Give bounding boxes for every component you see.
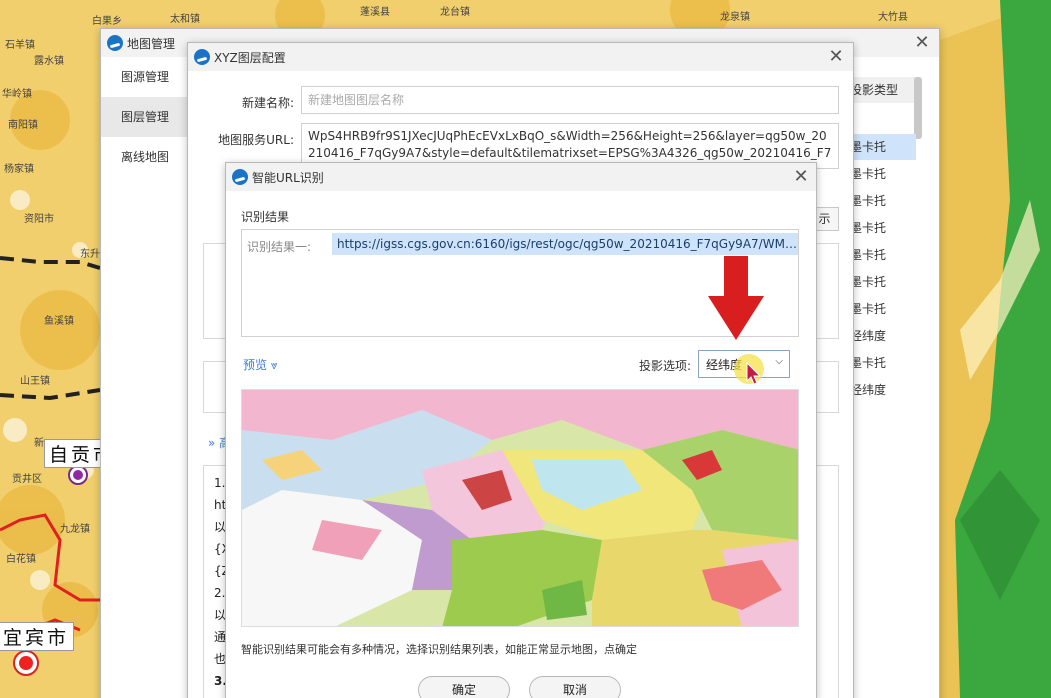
- table-cell-projection[interactable]: 墨卡托: [846, 242, 916, 268]
- map-manager-title: 地图管理: [127, 37, 176, 51]
- map-place-label: 山王镇: [20, 376, 50, 387]
- map-place-label: 太和镇: [170, 14, 200, 25]
- app-logo-icon: [107, 35, 123, 51]
- map-place-label: 白花镇: [6, 554, 36, 565]
- map-place-label: 九龙镇: [60, 524, 90, 535]
- red-arrow-annotation: [708, 256, 764, 340]
- name-field-label: 新建名称:: [241, 96, 294, 110]
- map-preview[interactable]: [241, 389, 799, 627]
- map-place-label: 白果乡: [92, 16, 122, 27]
- map-place-label: 龙泉镇: [720, 12, 750, 23]
- xyz-config-title: XYZ图层配置: [214, 51, 286, 65]
- chevron-double-down-icon: ⩔: [270, 358, 278, 372]
- smart-url-title: 智能URL识别: [252, 171, 324, 185]
- chevron-down-icon: ⌵: [775, 356, 783, 367]
- table-cell-projection[interactable]: 墨卡托: [846, 134, 916, 160]
- map-place-label: 华岭镇: [2, 89, 32, 100]
- map-place-label: 蓬溪县: [360, 7, 390, 18]
- nav-source-manage[interactable]: 图源管理: [101, 57, 189, 97]
- table-cell-projection[interactable]: 经纬度: [846, 377, 916, 403]
- map-place-label: 大竹县: [878, 12, 908, 23]
- app-logo-icon: [232, 169, 248, 185]
- map-place-label: 露水镇: [34, 56, 64, 67]
- map-place-label: 龙台镇: [440, 7, 470, 18]
- recognition-hint: 智能识别结果可能会有多种情况，选择识别结果列表，如能正常显示地图，点确定: [241, 643, 637, 656]
- table-cell-projection[interactable]: 墨卡托: [846, 350, 916, 376]
- table-cell-projection[interactable]: 墨卡托: [846, 215, 916, 241]
- close-icon[interactable]: ✕: [790, 166, 812, 188]
- map-place-label: 贡井区: [12, 474, 42, 485]
- table-cell-projection[interactable]: 经纬度: [846, 323, 916, 349]
- projection-label: 投影选项:: [639, 359, 692, 373]
- xyz-config-titlebar[interactable]: XYZ图层配置 ✕: [188, 43, 853, 71]
- url-field-label: 地图服务URL:: [218, 133, 294, 147]
- result-item-label: 识别结果一:: [247, 240, 312, 254]
- table-cell-projection[interactable]: 墨卡托: [846, 296, 916, 322]
- city-label-yibin: 宜宾市: [0, 622, 75, 651]
- table-cell-projection[interactable]: 墨卡托: [846, 161, 916, 187]
- mouse-cursor-icon: [734, 354, 764, 385]
- map-place-label: 石羊镇: [5, 40, 35, 51]
- app-logo-icon: [194, 49, 210, 65]
- layer-name-input[interactable]: [301, 86, 839, 114]
- preview-toggle[interactable]: 预览 ⩔: [243, 356, 278, 373]
- cancel-button[interactable]: 取消: [529, 676, 621, 698]
- table-scrollbar[interactable]: [914, 77, 922, 139]
- smart-url-titlebar[interactable]: 智能URL识别 ✕: [226, 163, 816, 191]
- map-place-label: 南阳镇: [8, 120, 38, 131]
- geology-map-image: [242, 390, 798, 626]
- map-place-label: 杨家镇: [4, 164, 34, 175]
- nav-offline-map[interactable]: 离线地图: [101, 137, 189, 177]
- smart-url-dialog: 智能URL识别 ✕ 识别结果 识别结果一: https://igss.cgs.g…: [225, 162, 817, 698]
- ok-button[interactable]: 确定: [418, 676, 510, 698]
- close-icon[interactable]: ✕: [825, 46, 847, 68]
- result-item-url[interactable]: https://igss.cgs.gov.cn:6160/igs/rest/og…: [332, 233, 798, 255]
- table-cell-projection[interactable]: 墨卡托: [846, 188, 916, 214]
- map-place-label: 资阳市: [24, 214, 54, 225]
- result-section-title: 识别结果: [241, 210, 290, 224]
- nav-layer-manage[interactable]: 图层管理: [101, 97, 189, 137]
- map-place-label: 鱼溪镇: [44, 316, 74, 327]
- table-cell-projection[interactable]: 墨卡托: [846, 269, 916, 295]
- map-place-label: 新: [34, 438, 44, 449]
- column-header-projection[interactable]: 投影类型: [846, 77, 916, 103]
- close-icon[interactable]: ✕: [911, 32, 933, 54]
